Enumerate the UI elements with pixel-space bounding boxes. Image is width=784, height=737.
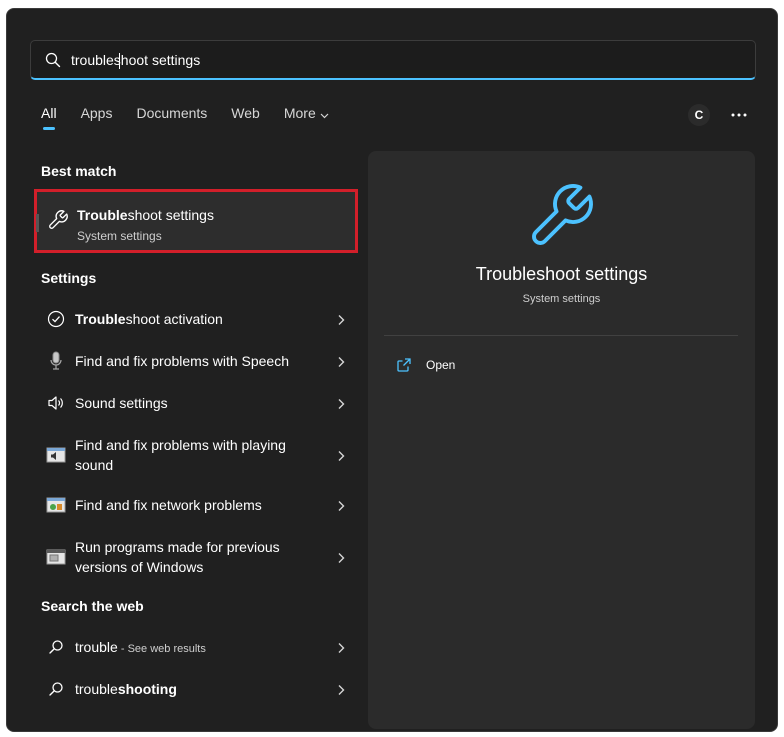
search-icon — [46, 679, 66, 699]
check-circle-icon — [46, 309, 66, 329]
divider — [384, 335, 738, 336]
preview-subtitle: System settings — [522, 293, 601, 305]
list-item-label: Sound settings — [75, 395, 168, 411]
best-match-subtitle: System settings — [77, 229, 162, 243]
list-item[interactable]: Run programs made for previous versions … — [41, 537, 351, 577]
compatibility-icon — [46, 547, 66, 567]
list-item[interactable]: Find and fix network problems — [41, 495, 351, 515]
list-item-label: Troubleshoot activation — [75, 311, 223, 327]
search-web-heading: Search the web — [41, 598, 144, 614]
chevron-right-icon — [335, 499, 347, 511]
preview-title: Troubleshoot settings — [475, 264, 648, 284]
tab-web[interactable]: Web — [231, 105, 260, 129]
list-item-label: Find and fix problems with playing sound — [75, 437, 286, 473]
speaker-icon — [46, 393, 66, 413]
tab-documents[interactable]: Documents — [136, 105, 207, 129]
search-input[interactable]: troubleshoot settings — [71, 52, 200, 68]
web-result-item[interactable]: troubleshooting — [41, 679, 351, 699]
tab-more[interactable]: More — [284, 105, 329, 129]
web-result-label: troubleshooting — [75, 681, 177, 697]
list-item-label: Run programs made for previous versions … — [75, 539, 280, 575]
chevron-right-icon — [335, 313, 347, 325]
tab-all[interactable]: All — [41, 105, 57, 130]
chevron-down-icon — [320, 106, 329, 122]
settings-heading: Settings — [41, 270, 97, 286]
wrench-icon — [47, 209, 69, 231]
list-item-label: Find and fix network problems — [75, 497, 262, 513]
chevron-right-icon — [335, 397, 347, 409]
open-button[interactable]: Open — [396, 357, 455, 373]
list-item[interactable]: Find and fix problems with Speech — [41, 351, 351, 371]
chevron-right-icon — [335, 355, 347, 367]
list-item-label: Find and fix problems with Speech — [75, 353, 289, 369]
list-item[interactable]: Troubleshoot activation — [41, 309, 351, 329]
search-box[interactable]: troubleshoot settings — [30, 40, 756, 80]
list-item[interactable]: Sound settings — [41, 393, 351, 413]
best-match-heading: Best match — [41, 163, 117, 179]
web-result-label: trouble - See web results — [75, 639, 206, 655]
network-troubleshooter-icon — [46, 495, 66, 515]
list-item[interactable]: Find and fix problems with playing sound — [41, 435, 351, 475]
chevron-right-icon — [335, 551, 347, 563]
sound-troubleshooter-icon — [46, 445, 66, 465]
best-match-result[interactable]: Troubleshoot settings System settings — [34, 189, 358, 253]
more-options-icon[interactable] — [729, 105, 749, 125]
search-icon — [46, 637, 66, 657]
tab-apps[interactable]: Apps — [81, 105, 113, 129]
chevron-right-icon — [335, 449, 347, 461]
chevron-right-icon — [335, 641, 347, 653]
search-icon — [45, 52, 61, 68]
avatar[interactable]: C — [688, 104, 710, 126]
start-search-panel: troubleshoot settings All Apps Documents… — [6, 8, 778, 732]
selection-indicator — [36, 214, 39, 232]
web-result-item[interactable]: trouble - See web results — [41, 637, 351, 657]
chevron-right-icon — [335, 683, 347, 695]
microphone-icon — [46, 351, 66, 371]
wrench-icon — [525, 180, 597, 252]
best-match-title: Troubleshoot settings — [77, 207, 214, 223]
open-external-icon — [396, 357, 412, 373]
filter-tabs: All Apps Documents Web More — [41, 105, 353, 130]
text-caret — [119, 53, 120, 69]
preview-pane: Troubleshoot settings System settings Op… — [368, 151, 755, 729]
open-label: Open — [426, 358, 456, 372]
